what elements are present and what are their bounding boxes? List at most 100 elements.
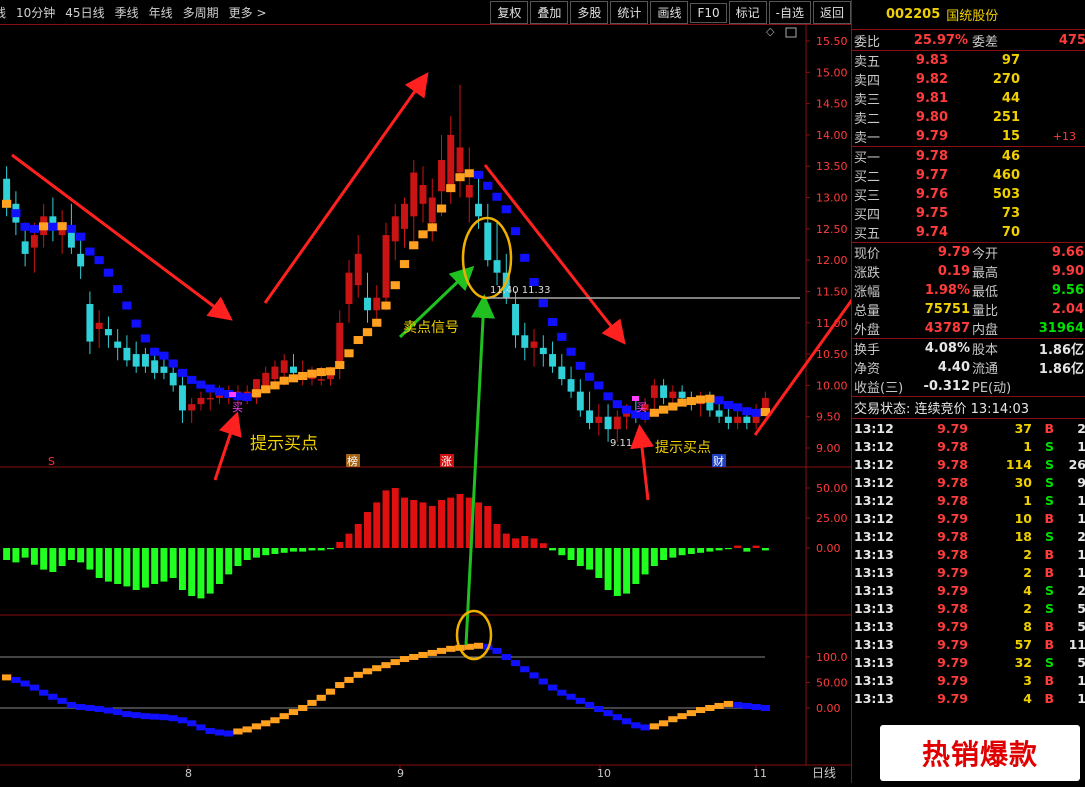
tick-row[interactable]: 13:12 9.79 10 B 1 bbox=[852, 509, 1085, 527]
osc-step bbox=[705, 705, 715, 711]
tick-row[interactable]: 13:13 9.79 4 S 2 bbox=[852, 581, 1085, 599]
candle-body bbox=[586, 410, 594, 423]
sell-level[interactable]: 卖四 9.82 270 bbox=[852, 70, 1085, 89]
sell-level-price: 9.82 bbox=[915, 72, 948, 87]
tick-row[interactable]: 13:12 9.78 30 S 9 bbox=[852, 473, 1085, 491]
macd-bar bbox=[410, 500, 418, 548]
macd-bar bbox=[206, 548, 214, 594]
f10-button[interactable]: F10 bbox=[690, 3, 727, 23]
osc-step bbox=[677, 713, 687, 720]
multi-stock-button[interactable]: 多股 bbox=[570, 1, 609, 24]
sell-level[interactable]: 卖一 9.79 15 +13 bbox=[852, 127, 1085, 146]
period-tab-10min[interactable]: 10分钟 bbox=[16, 4, 55, 21]
tick-row[interactable]: 13:12 9.78 1 S 1 bbox=[852, 437, 1085, 455]
buy-level-volume: 503 bbox=[992, 187, 1020, 202]
period-tab-more[interactable]: 更多 > bbox=[229, 4, 267, 21]
period-tab-45day[interactable]: 45日线 bbox=[65, 4, 104, 21]
tick-time: 13:13 bbox=[854, 636, 894, 652]
watchlist-button[interactable]: -自选 bbox=[768, 1, 811, 24]
candle-body bbox=[114, 341, 122, 348]
period-tab-multi[interactable]: 多周期 bbox=[183, 4, 219, 21]
restore-rights-button[interactable]: 复权 bbox=[490, 1, 529, 24]
macd-bar bbox=[623, 548, 631, 594]
ma-segment bbox=[131, 319, 141, 328]
candle-body bbox=[484, 222, 492, 261]
promo-badge-text: 热销爆款 bbox=[921, 738, 1038, 771]
tick-row[interactable]: 13:12 9.78 1 S 1 bbox=[852, 491, 1085, 509]
macd-bar bbox=[567, 548, 575, 560]
tick-row[interactable]: 13:12 9.79 37 B 2 bbox=[852, 419, 1085, 437]
tick-row[interactable]: 13:13 9.79 2 B 1 bbox=[852, 563, 1085, 581]
osc-step bbox=[261, 720, 271, 727]
ma-segment bbox=[436, 204, 447, 213]
kline-chart-svg[interactable]: 15.50 15.00 14.50 14.00 13.50 13.00 12.50 12.00… bbox=[0, 25, 924, 783]
stats-button[interactable]: 统计 bbox=[610, 1, 649, 24]
osc-step bbox=[594, 706, 604, 713]
candle-body bbox=[567, 379, 575, 392]
macd-bar bbox=[188, 548, 196, 596]
macd-bar bbox=[345, 533, 353, 548]
macd-bar bbox=[576, 548, 584, 566]
mark-button[interactable]: 标记 bbox=[728, 1, 767, 24]
back-button[interactable]: 返回 bbox=[812, 1, 851, 24]
sell-level[interactable]: 卖三 9.81 44 bbox=[852, 89, 1085, 108]
tick-row[interactable]: 13:13 9.79 8 B 5 bbox=[852, 617, 1085, 635]
macd-bar bbox=[641, 548, 649, 575]
tick-row[interactable]: 13:13 9.78 2 B 1 bbox=[852, 545, 1085, 563]
ma-segment bbox=[168, 359, 178, 368]
macd-bar bbox=[141, 548, 149, 588]
ma-segment bbox=[205, 384, 215, 393]
candle-body bbox=[271, 366, 279, 380]
tick-list[interactable]: 13:12 9.79 37 B 2 13:12 9.78 1 S 1 13:12 9.78 114 S 26… bbox=[852, 419, 1085, 707]
osc-step bbox=[612, 714, 622, 721]
ma-segment bbox=[177, 368, 188, 377]
buy-level[interactable]: 买四 9.75 73 bbox=[852, 204, 1085, 223]
promo-badge[interactable]: 热销爆款 bbox=[880, 725, 1080, 781]
tick-row[interactable]: 13:13 9.79 3 B 1 bbox=[852, 671, 1085, 689]
ma-segment bbox=[270, 381, 280, 390]
tick-row[interactable]: 13:12 9.78 114 S 26 bbox=[852, 455, 1085, 473]
buy-level[interactable]: 买二 9.77 460 bbox=[852, 166, 1085, 185]
price-tick-label: 12.50 bbox=[816, 223, 848, 236]
overlay-button[interactable]: 叠加 bbox=[530, 1, 569, 24]
tick-row[interactable]: 13:12 9.78 18 S 2 bbox=[852, 527, 1085, 545]
buy-level[interactable]: 买三 9.76 503 bbox=[852, 185, 1085, 204]
period-tab-year[interactable]: 年线 bbox=[149, 4, 173, 21]
candle-body bbox=[595, 416, 603, 423]
macd-bar bbox=[752, 545, 760, 548]
tick-row[interactable]: 13:13 9.79 4 B 1 bbox=[852, 689, 1085, 707]
tick-volume: 1 bbox=[1023, 438, 1032, 454]
weicha-label: 委差 bbox=[972, 34, 999, 50]
tick-row[interactable]: 13:13 9.78 2 S 5 bbox=[852, 599, 1085, 617]
buy-level[interactable]: 买五 9.74 70 bbox=[852, 223, 1085, 242]
trade-status: 交易状态: 连续竞价 13:14:03 bbox=[854, 402, 1030, 417]
osc-step bbox=[390, 659, 400, 666]
sell-level[interactable]: 卖二 9.80 251 bbox=[852, 108, 1085, 127]
stat-value-2: 9.56 bbox=[1051, 283, 1084, 298]
buy-level-label: 买三 bbox=[854, 189, 881, 204]
macd-bar bbox=[364, 512, 371, 548]
stat-value: 43787 bbox=[924, 321, 970, 336]
tick-price: 9.78 bbox=[937, 546, 968, 562]
candle-body bbox=[512, 303, 520, 336]
candle-body bbox=[650, 385, 658, 398]
period-tab-line[interactable]: 线 bbox=[0, 4, 6, 21]
tick-volume: 10 bbox=[1014, 510, 1032, 526]
tick-row[interactable]: 13:13 9.79 57 B 11 bbox=[852, 635, 1085, 653]
period-tab-quarter[interactable]: 季线 bbox=[115, 4, 139, 21]
price-tick-label: 9.00 bbox=[816, 442, 841, 455]
stat-value: 75751 bbox=[924, 302, 970, 317]
tick-row[interactable]: 13:13 9.79 32 S 5 bbox=[852, 653, 1085, 671]
kline-chart-area[interactable]: 15.50 15.00 14.50 14.00 13.50 13.00 12.50 12.00… bbox=[0, 25, 924, 783]
ma-segment bbox=[372, 318, 382, 327]
buy-level-price: 9.75 bbox=[915, 206, 948, 221]
candle-body bbox=[678, 391, 686, 398]
candle-body bbox=[123, 347, 131, 361]
price-tick-label: 9.50 bbox=[816, 411, 841, 424]
draw-line-button[interactable]: 画线 bbox=[650, 1, 689, 24]
buy-level[interactable]: 买一 9.78 46 bbox=[852, 147, 1085, 166]
osc-step bbox=[603, 710, 613, 717]
sell-level[interactable]: 卖五 9.83 97 bbox=[852, 51, 1085, 70]
maximize-icon[interactable] bbox=[785, 27, 797, 38]
tick-price: 9.78 bbox=[937, 528, 968, 544]
